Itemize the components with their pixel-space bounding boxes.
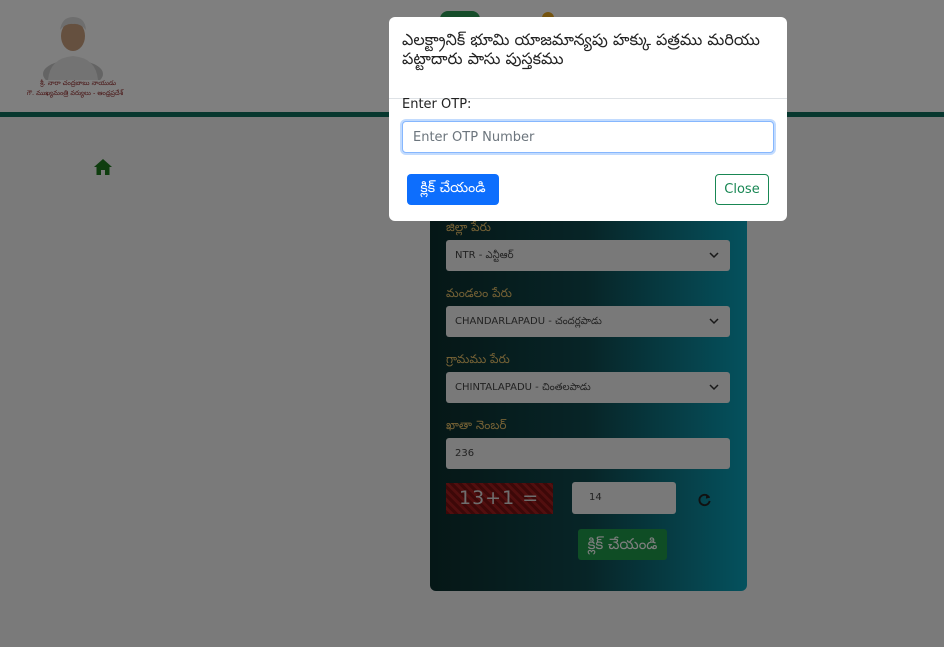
otp-modal: ఎలక్ట్రానిక్ భూమి యాజమాన్యపు హక్కు పత్రమ… (389, 17, 787, 221)
close-button[interactable]: Close (715, 174, 769, 205)
otp-input[interactable] (402, 121, 774, 153)
otp-label: Enter OTP: (402, 97, 472, 112)
otp-submit-button[interactable]: క్లిక్ చేయండి (407, 174, 499, 205)
modal-title: ఎలక్ట్రానిక్ భూమి యాజమాన్యపు హక్కు పత్రమ… (402, 30, 760, 68)
